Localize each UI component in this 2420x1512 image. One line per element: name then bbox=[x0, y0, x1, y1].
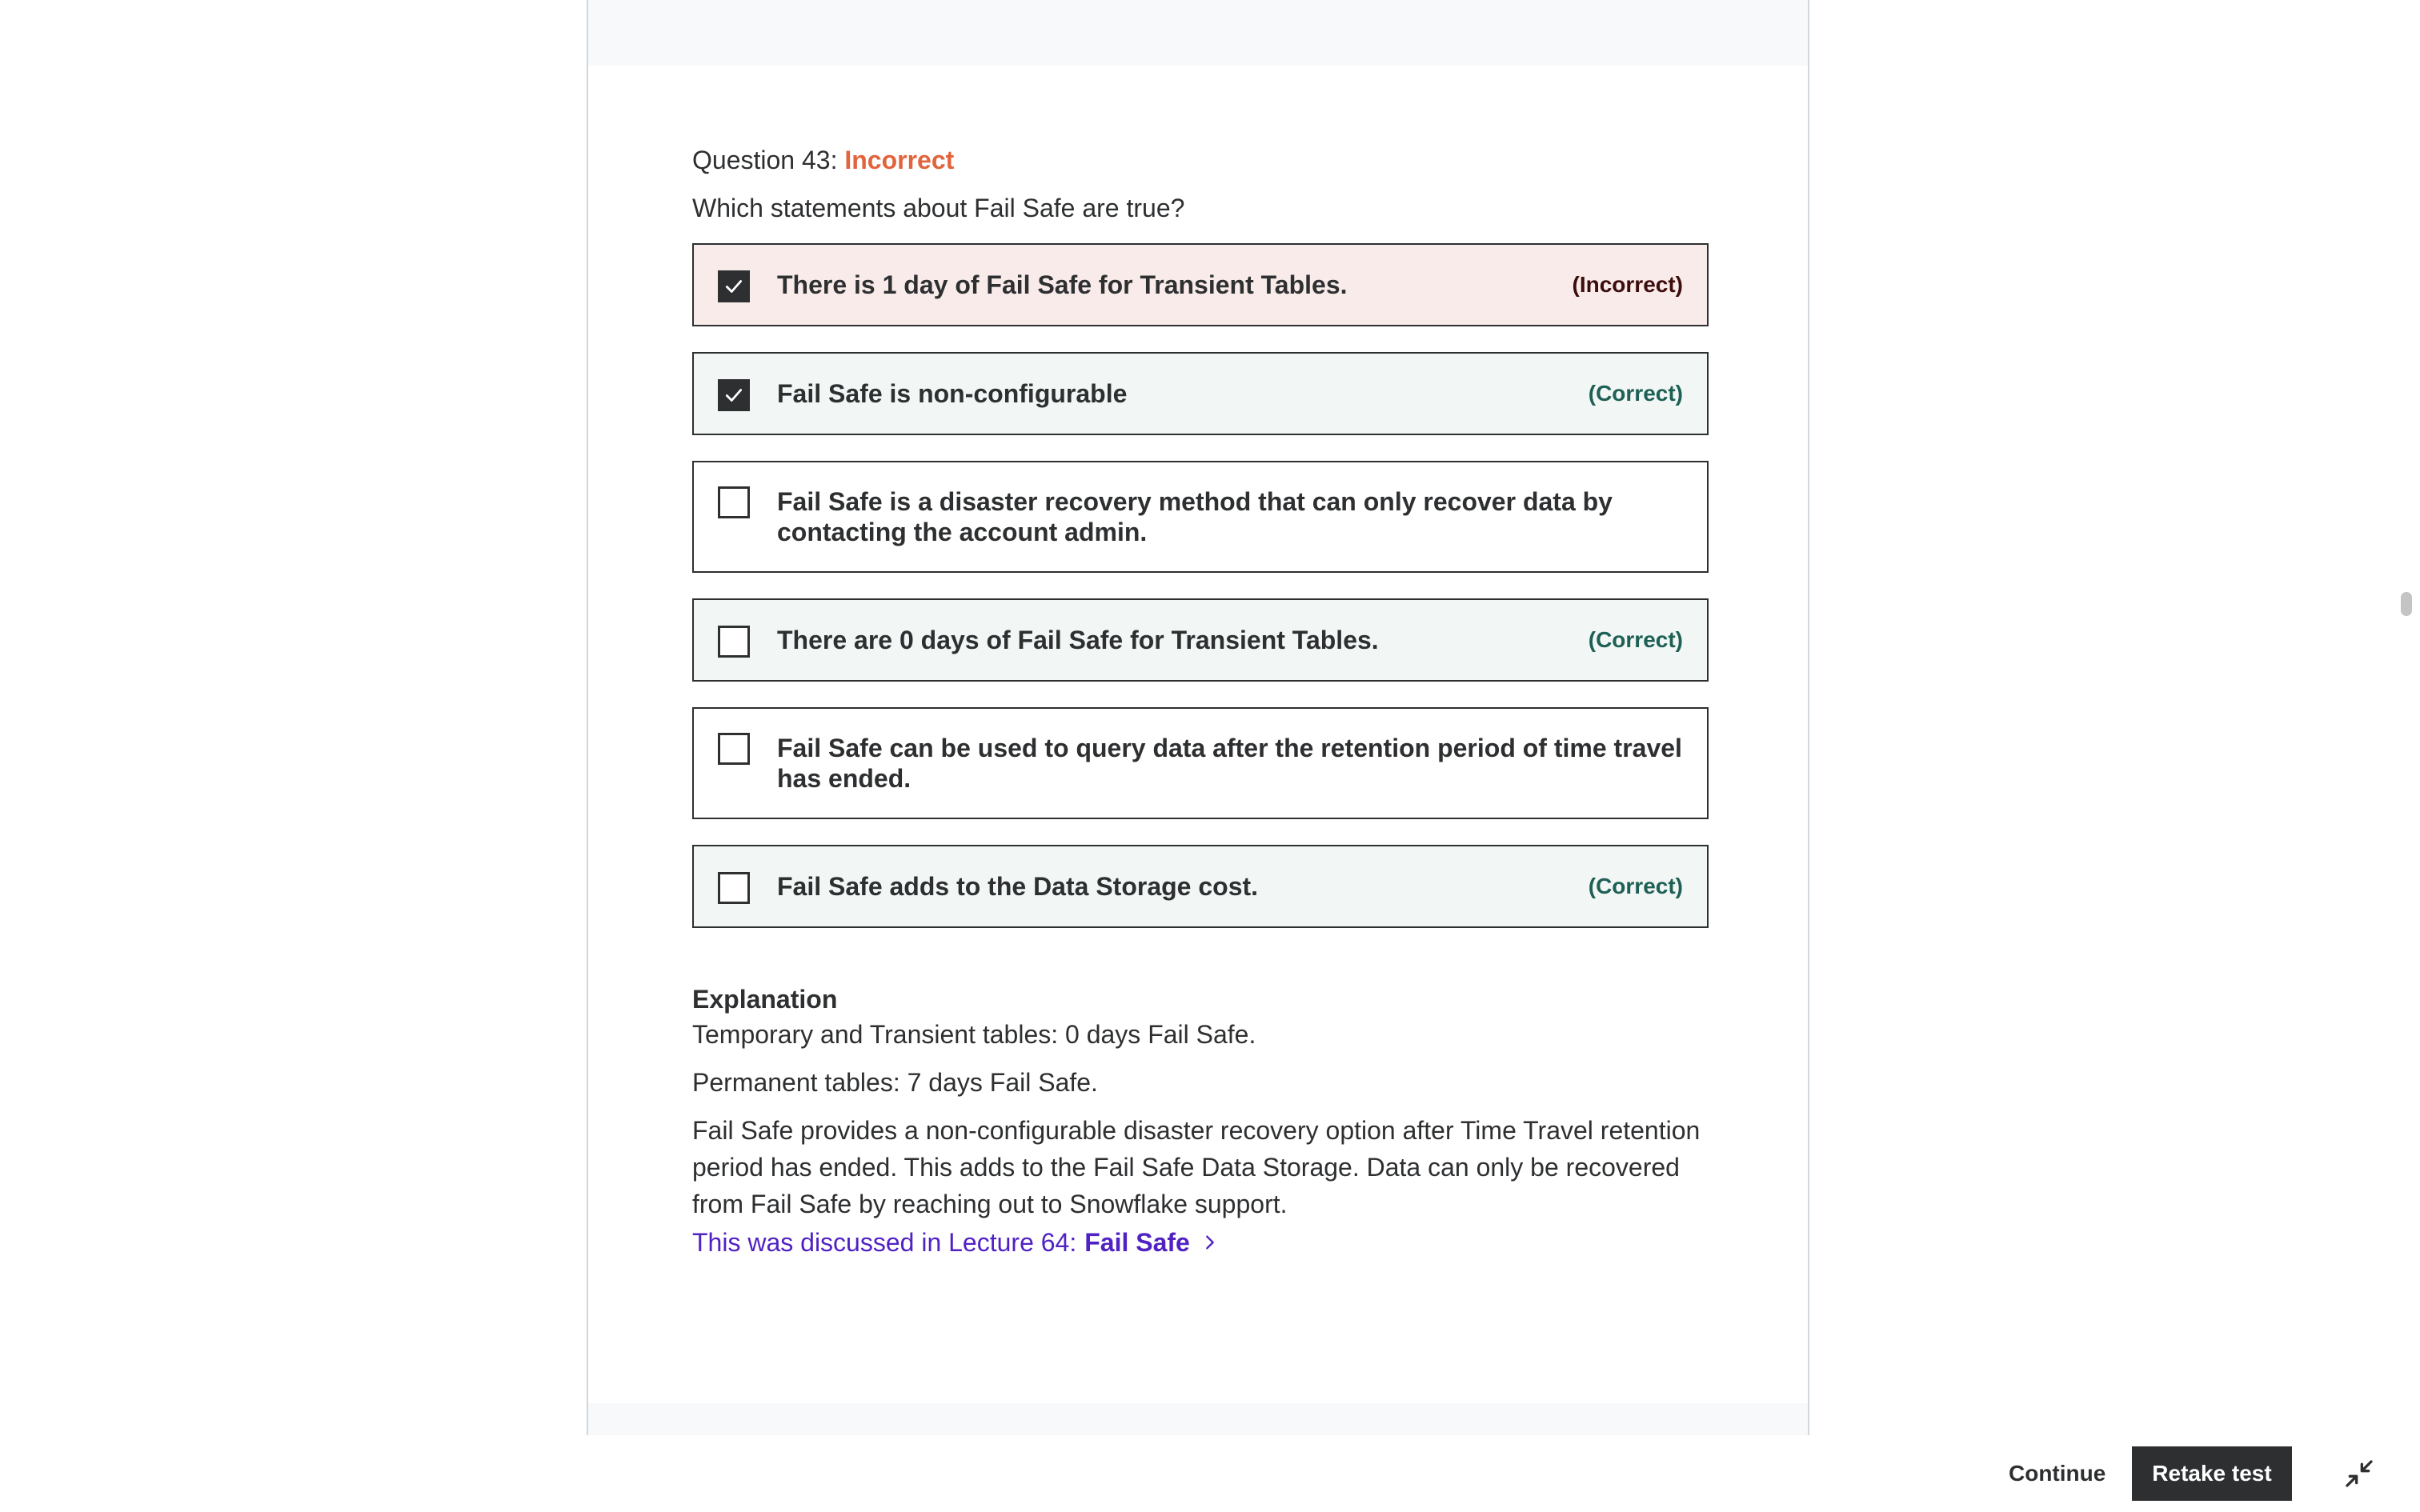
answer-options: There is 1 day of Fail Safe for Transien… bbox=[692, 243, 1709, 928]
scrollbar-thumb[interactable] bbox=[2401, 592, 2412, 616]
question-header: Question 43: Incorrect bbox=[692, 141, 1709, 179]
option-text: Fail Safe is a disaster recovery method … bbox=[777, 487, 1613, 546]
question-number: Question 43: bbox=[692, 146, 838, 174]
option-checkbox[interactable] bbox=[718, 872, 750, 904]
collapse-icon bbox=[2346, 1460, 2373, 1487]
option-text: There are 0 days of Fail Safe for Transi… bbox=[777, 626, 1379, 654]
footer-bar: Continue Retake test bbox=[0, 1435, 2420, 1512]
card-top-strip bbox=[588, 0, 1808, 66]
explanation-title: Explanation bbox=[692, 985, 838, 1014]
option-result-tag: (Incorrect) bbox=[1572, 272, 1683, 297]
retake-test-button[interactable]: Retake test bbox=[2132, 1446, 2292, 1501]
option-text: Fail Safe adds to the Data Storage cost. bbox=[777, 872, 1259, 901]
answer-option-4[interactable]: There are 0 days of Fail Safe for Transi… bbox=[692, 598, 1709, 682]
option-result-tag: (Correct) bbox=[1588, 627, 1683, 652]
explanation-paragraph: Fail Safe provides a non-configurable di… bbox=[692, 1116, 1701, 1218]
question-content: Question 43: Incorrect Which statements … bbox=[692, 141, 1709, 1261]
answer-option-6[interactable]: Fail Safe adds to the Data Storage cost.… bbox=[692, 845, 1709, 928]
option-checkbox-checked[interactable] bbox=[718, 270, 750, 302]
option-checkbox[interactable] bbox=[718, 486, 750, 518]
answer-option-2[interactable]: Fail Safe is non-configurable (Correct) bbox=[692, 352, 1709, 435]
explanation-paragraph: Permanent tables: 7 days Fail Safe. bbox=[692, 1068, 1098, 1097]
option-text: Fail Safe can be used to query data afte… bbox=[777, 734, 1682, 793]
quiz-review-viewport: Question 43: Incorrect Which statements … bbox=[0, 0, 2420, 1435]
answer-option-1[interactable]: There is 1 day of Fail Safe for Transien… bbox=[692, 243, 1709, 326]
explanation-paragraph: Temporary and Transient tables: 0 days F… bbox=[692, 1020, 1256, 1049]
option-result-tag: (Correct) bbox=[1588, 874, 1683, 898]
answer-option-3[interactable]: Fail Safe is a disaster recovery method … bbox=[692, 461, 1709, 573]
lecture-link-title: Fail Safe bbox=[1084, 1228, 1190, 1257]
collapse-button[interactable] bbox=[2340, 1454, 2378, 1493]
lecture-link[interactable]: This was discussed in Lecture 64: Fail S… bbox=[692, 1224, 1709, 1261]
option-text: Fail Safe is non-configurable bbox=[777, 379, 1128, 408]
answer-option-5[interactable]: Fail Safe can be used to query data afte… bbox=[692, 707, 1709, 819]
lecture-link-prefix: This was discussed in Lecture 64: bbox=[692, 1228, 1077, 1257]
option-result-tag: (Correct) bbox=[1588, 381, 1683, 406]
question-card: Question 43: Incorrect Which statements … bbox=[587, 0, 1809, 1435]
explanation-section: Explanation Temporary and Transient tabl… bbox=[692, 982, 1709, 1261]
chevron-right-icon bbox=[1205, 1235, 1214, 1250]
option-text: There is 1 day of Fail Safe for Transien… bbox=[777, 270, 1348, 299]
check-icon bbox=[725, 389, 743, 402]
check-icon bbox=[725, 280, 743, 293]
option-checkbox[interactable] bbox=[718, 626, 750, 658]
option-checkbox[interactable] bbox=[718, 733, 750, 765]
continue-button[interactable]: Continue bbox=[1993, 1446, 2122, 1501]
card-bottom-strip bbox=[588, 1403, 1808, 1435]
vertical-scrollbar[interactable] bbox=[2396, 0, 2420, 1435]
question-status: Incorrect bbox=[844, 146, 955, 174]
option-checkbox-checked[interactable] bbox=[718, 379, 750, 411]
question-prompt: Which statements about Fail Safe are tru… bbox=[692, 194, 1185, 222]
